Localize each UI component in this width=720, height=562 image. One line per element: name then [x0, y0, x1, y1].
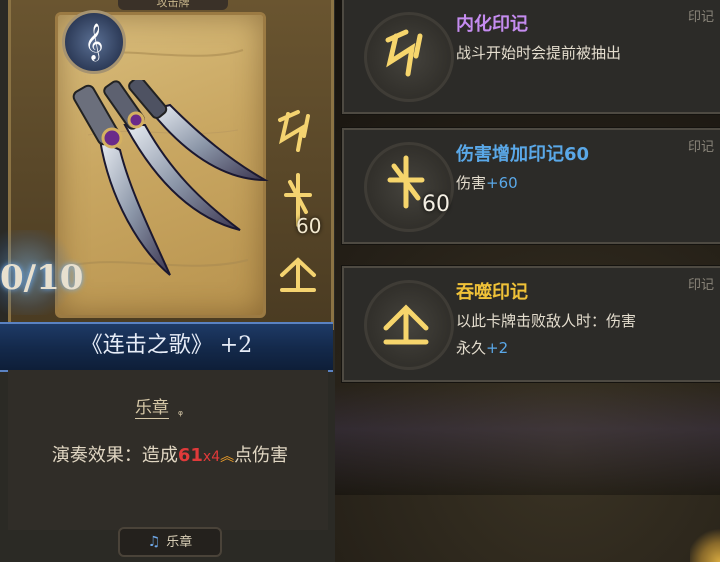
- card-tag-label: 乐章: [166, 535, 193, 550]
- music-note-icon: ♫: [147, 534, 161, 550]
- keyword-info-icon[interactable]: ᵩ: [178, 404, 183, 418]
- card-tag: ♫ 乐章: [118, 527, 222, 557]
- tooltip-title: 内化印记: [456, 14, 528, 35]
- card-cost: 0/10: [0, 258, 84, 298]
- tooltip-damage-mark: 60 伤害增加印记60 印记 伤害+60: [342, 128, 720, 244]
- keyword-link[interactable]: 乐章: [135, 398, 169, 419]
- desc-line-2-prefix: 永久: [456, 339, 487, 357]
- tooltip-description: 以此卡牌击败敌人时：伤害 永久+2: [456, 308, 706, 362]
- card-name: 《连击之歌》: [80, 333, 213, 358]
- tooltip-internalize-mark: 内化印记 印记 战斗开始时会提前被抽出: [342, 0, 720, 114]
- internalize-rune-icon: [385, 29, 423, 77]
- upgraded-chevron-icon: ︽: [220, 449, 235, 465]
- desc-line-1: 以此卡牌击败敌人时：伤害: [456, 312, 637, 330]
- card-name-banner: 《连击之歌》 +2: [0, 322, 333, 372]
- tooltip-type-label: 印记: [687, 140, 714, 155]
- desc-value: +60: [486, 174, 518, 192]
- tooltip-title: 伤害增加印记60: [456, 144, 590, 165]
- desc-line-2-value: +2: [486, 339, 509, 357]
- claw-blade-weapon-icon: [72, 80, 269, 276]
- treble-clef-icon: 𝄞: [62, 10, 126, 74]
- effect-prefix: 演奏效果：造成: [51, 445, 178, 466]
- desc-prefix: 伤害: [456, 174, 487, 192]
- rune-icon-number: 60: [422, 192, 450, 217]
- card-rune-column: [278, 110, 316, 292]
- card-upgrade-level: +2: [219, 333, 253, 358]
- tooltip-type-label: 印记: [687, 10, 714, 25]
- tooltip-type-label: 印记: [687, 278, 714, 293]
- devour-rune-icon: [383, 304, 429, 345]
- effect-damage: 61: [177, 445, 203, 466]
- tooltip-description: 伤害+60: [456, 170, 706, 197]
- effect-multiplier: x4: [202, 449, 221, 465]
- card-side-value: 60: [296, 214, 322, 238]
- tooltip-description: 战斗开始时会提前被抽出: [456, 44, 622, 62]
- tooltip-devour-mark: 吞噬印记 印记 以此卡牌击败敌人时：伤害 永久+2: [342, 266, 720, 382]
- effect-suffix: 点伤害: [234, 445, 289, 466]
- corner-ornament: [690, 525, 720, 562]
- card-type-header: 攻击牌: [118, 0, 228, 10]
- tooltip-title: 吞噬印记: [456, 282, 528, 303]
- card-effect-text: 演奏效果：造成61x4︽点伤害: [20, 440, 320, 473]
- card[interactable]: 攻击牌 𝄞 60 0/10 《连击之歌》 +2 乐章 ᵩ 演奏效果：造成61x4…: [0, 0, 335, 562]
